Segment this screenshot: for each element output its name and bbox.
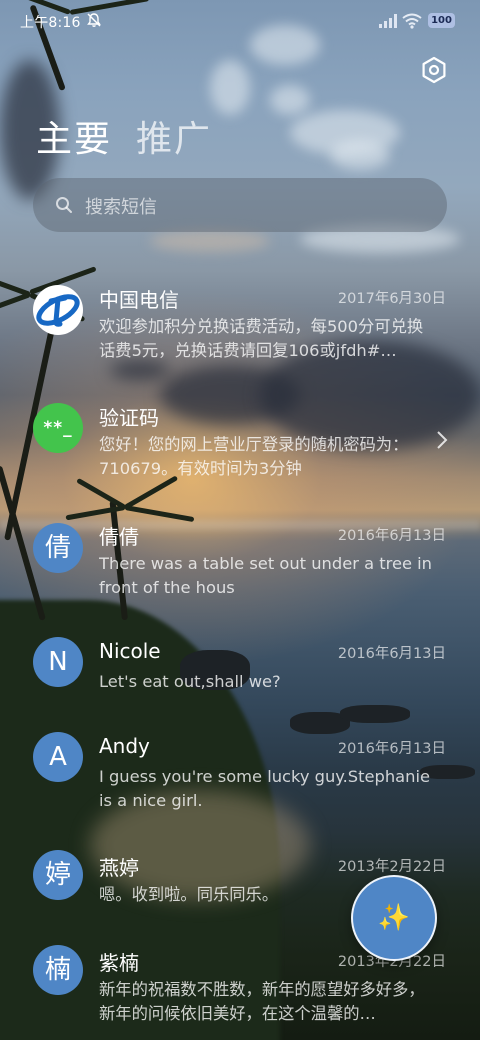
avatar: A <box>33 732 83 782</box>
contact-name: 倩倩 <box>99 525 139 549</box>
message-preview: 您好！您的网上营业厅登录的随机密码为：710679。有效时间为3分钟 <box>99 435 409 478</box>
message-item-andy[interactable]: A Andy 2016年6月13日 I guess you're some lu… <box>0 720 480 830</box>
message-tabs: 主要 推广 <box>36 116 212 166</box>
message-preview: 新年的祝福数不胜数，新年的愿望好多好多，新年的问候依旧美好，在这个温馨的… <box>99 980 425 1023</box>
mute-bell-icon <box>87 13 101 27</box>
message-item-qianqian[interactable]: 倩 倩倩 2016年6月13日 There was a table set ou… <box>0 507 480 617</box>
chevron-right-icon[interactable] <box>436 430 448 450</box>
tab-promotions[interactable]: 推广 <box>136 116 212 166</box>
status-time: 上午8:16 <box>20 15 81 31</box>
message-date: 2016年6月13日 <box>337 646 446 662</box>
settings-hexagon-icon[interactable] <box>420 56 448 84</box>
china-telecom-logo-icon <box>33 285 83 335</box>
message-preview: Let's eat out,shall we? <box>99 672 281 691</box>
search-placeholder: 搜索短信 <box>85 197 157 218</box>
message-preview: I guess you're some lucky guy.Stephanie … <box>99 767 431 810</box>
message-date: 2016年6月13日 <box>337 528 446 544</box>
avatar: 婷 <box>33 850 83 900</box>
sparkle-icon: ✨ <box>377 903 411 933</box>
contact-name: 验证码 <box>99 406 159 430</box>
compose-fab-button[interactable]: ✨ <box>351 875 437 961</box>
message-date: 2013年2月22日 <box>337 859 446 875</box>
status-bar: 上午8:16 100 <box>0 0 480 42</box>
verification-code-icon: **_ <box>33 403 83 453</box>
contact-name: 燕婷 <box>99 856 139 880</box>
contact-name: 紫楠 <box>99 951 139 975</box>
contact-name: Andy <box>99 734 150 758</box>
message-preview: There was a table set out under a tree i… <box>99 554 433 597</box>
tab-main[interactable]: 主要 <box>36 116 112 166</box>
message-date: 2016年6月13日 <box>337 741 446 757</box>
search-bar[interactable]: 搜索短信 <box>33 178 447 232</box>
message-item-verification-code[interactable]: **_ 验证码 您好！您的网上营业厅登录的随机密码为：710679。有效时间为3… <box>0 388 480 498</box>
avatar: 楠 <box>33 945 83 995</box>
wifi-icon <box>402 13 422 29</box>
signal-icon <box>379 14 397 28</box>
message-item-china-telecom[interactable]: 中国电信 2017年6月30日 欢迎参加积分兑换话费活动，每500分可兑换话费5… <box>0 270 480 380</box>
message-preview: 欢迎参加积分兑换话费活动，每500分可兑换话费5元，兑换话费请回复106或jfd… <box>99 317 424 360</box>
battery-icon: 100 <box>428 13 455 28</box>
avatar: N <box>33 637 83 687</box>
contact-name: 中国电信 <box>99 288 179 312</box>
search-icon <box>56 197 72 213</box>
message-item-nicole[interactable]: N Nicole 2016年6月13日 Let's eat out,shall … <box>0 625 480 735</box>
avatar: 倩 <box>33 523 83 573</box>
contact-name: Nicole <box>99 639 161 663</box>
message-date: 2017年6月30日 <box>337 291 446 307</box>
